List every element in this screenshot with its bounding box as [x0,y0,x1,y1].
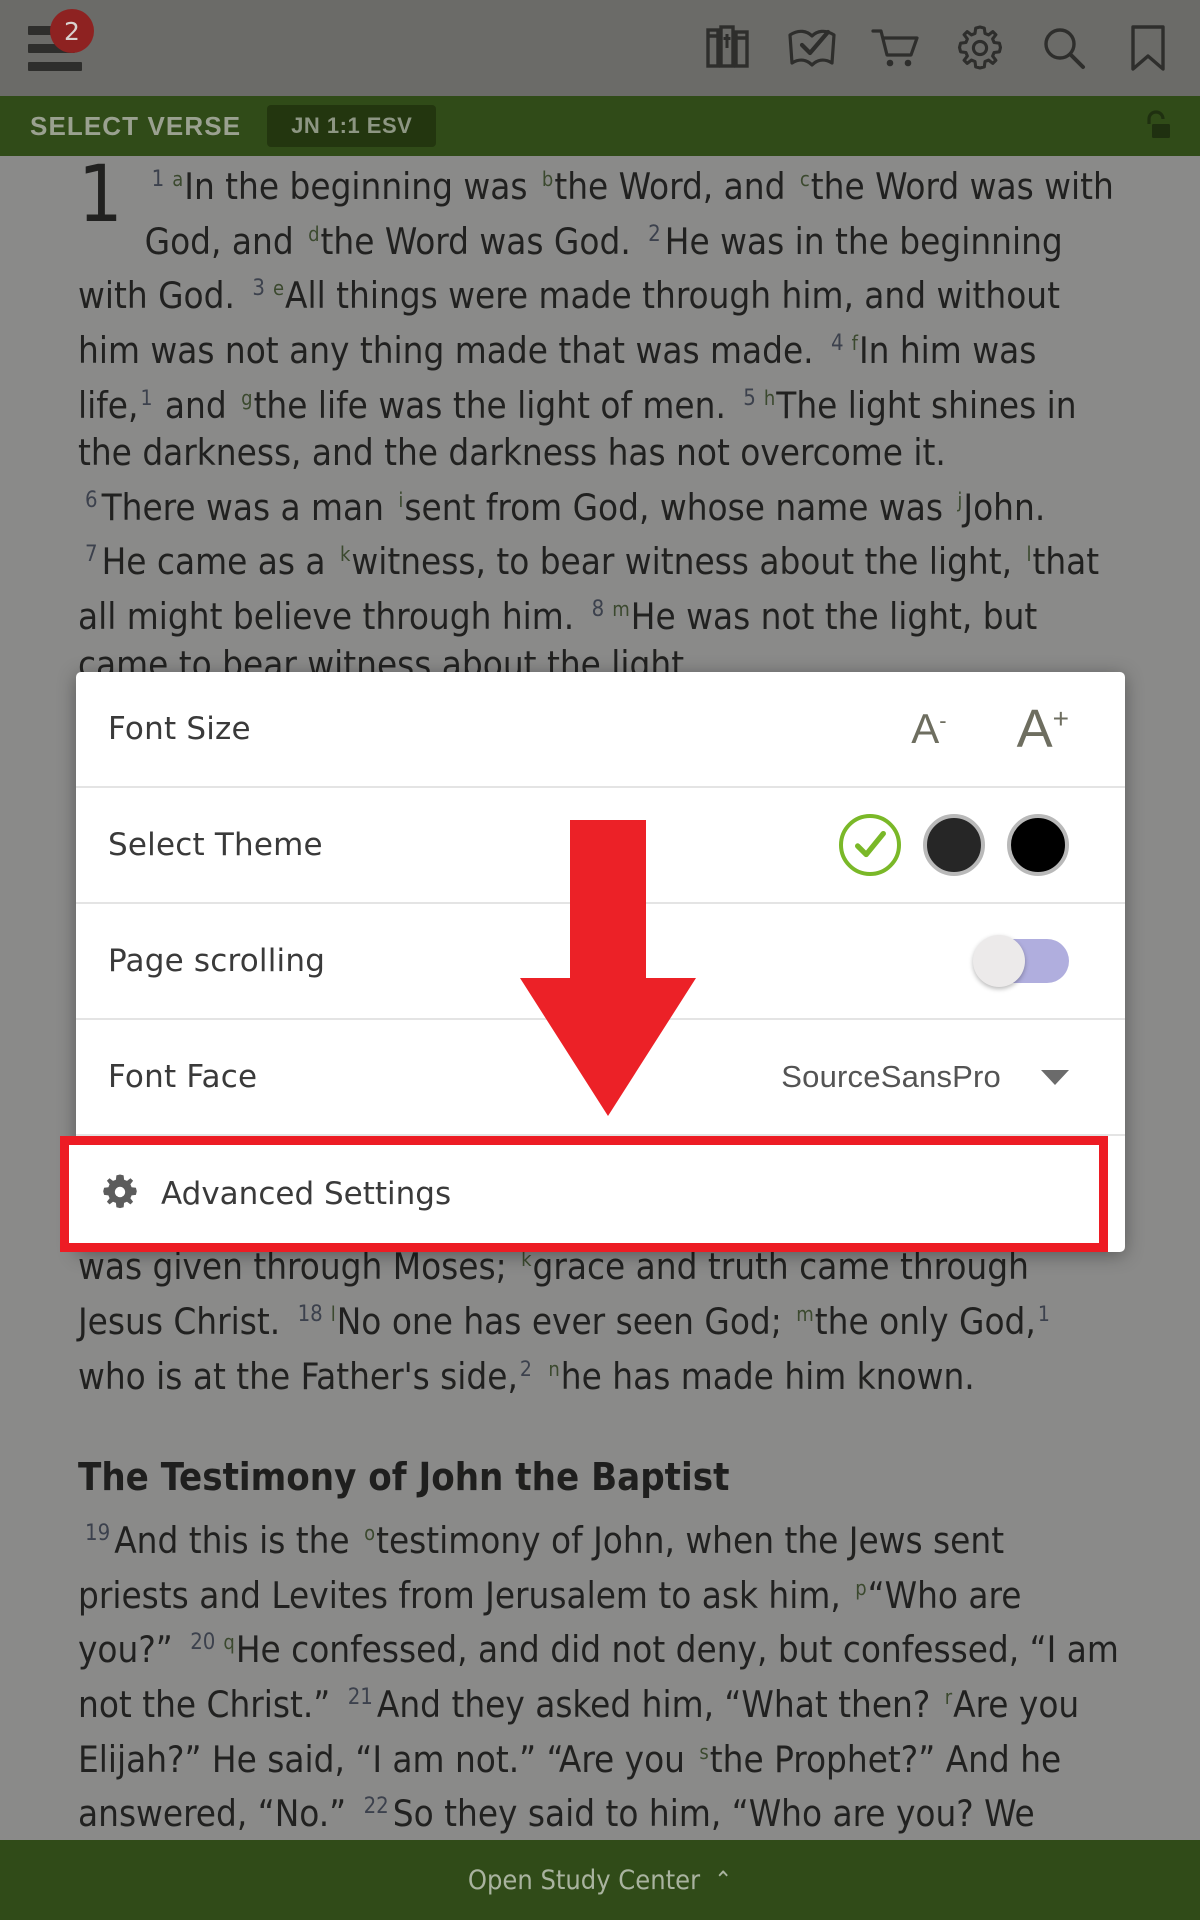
theme-options [839,814,1069,876]
advanced-settings-label: Advanced Settings [161,1176,452,1212]
search-icon[interactable] [1038,22,1090,74]
page-scrolling-toggle[interactable] [973,935,1069,987]
check-icon [854,830,886,858]
font-size-increase-button[interactable]: A+ [1017,702,1069,756]
store-cart-icon[interactable] [870,22,922,74]
verse-selection-bar: SELECT VERSE JN 1:1 ESV [0,96,1200,156]
appbar-icon-group [702,22,1174,74]
chevron-up-icon: ⌃ [714,1866,733,1894]
bible-reader-screen: 1 1aIn the beginning was bthe Word, and … [0,0,1200,1920]
font-face-row[interactable]: Font Face SourceSansPro [76,1020,1125,1136]
settings-gear-icon[interactable] [954,22,1006,74]
toggle-knob [973,935,1025,987]
verse-reference-chip[interactable]: JN 1:1 ESV [267,105,437,147]
theme-option-light[interactable] [839,814,901,876]
unlocked-padlock-icon[interactable] [1136,105,1178,147]
notification-badge: 2 [50,9,94,53]
library-icon[interactable] [702,22,754,74]
open-study-center-button[interactable]: Open Study Center ⌃ [0,1840,1200,1920]
theme-option-black[interactable] [1007,814,1069,876]
font-face-label: Font Face [108,1059,258,1095]
advanced-settings-row-container: Advanced Settings [60,1136,1125,1252]
select-theme-row: Select Theme [76,788,1125,904]
advanced-settings-highlight: Advanced Settings [60,1136,1108,1252]
menu-hamburger-button[interactable]: 2 [28,9,94,73]
font-face-value[interactable]: SourceSansPro [781,1059,1001,1095]
bookmark-icon[interactable] [1122,22,1174,74]
select-verse-label: SELECT VERSE [30,110,242,141]
gear-icon [101,1173,139,1215]
advanced-settings-button[interactable]: Advanced Settings [69,1145,1099,1243]
chevron-down-icon[interactable] [1041,1069,1069,1085]
font-size-row: Font Size A- A+ [76,672,1125,788]
display-settings-dialog: Font Size A- A+ Select Theme Page scroll… [60,672,1125,1252]
hamburger-line [28,61,82,71]
page-scrolling-label: Page scrolling [108,943,326,979]
page-scrolling-row: Page scrolling [76,904,1125,1020]
theme-option-dark[interactable] [923,814,985,876]
font-size-label: Font Size [108,711,251,747]
open-study-center-label: Open Study Center [467,1864,701,1896]
font-size-controls: A- A+ [911,702,1069,756]
reading-plan-icon[interactable] [786,22,838,74]
select-theme-label: Select Theme [108,827,323,863]
app-bar: 2 [0,0,1200,96]
font-size-decrease-button[interactable]: A- [911,708,946,750]
